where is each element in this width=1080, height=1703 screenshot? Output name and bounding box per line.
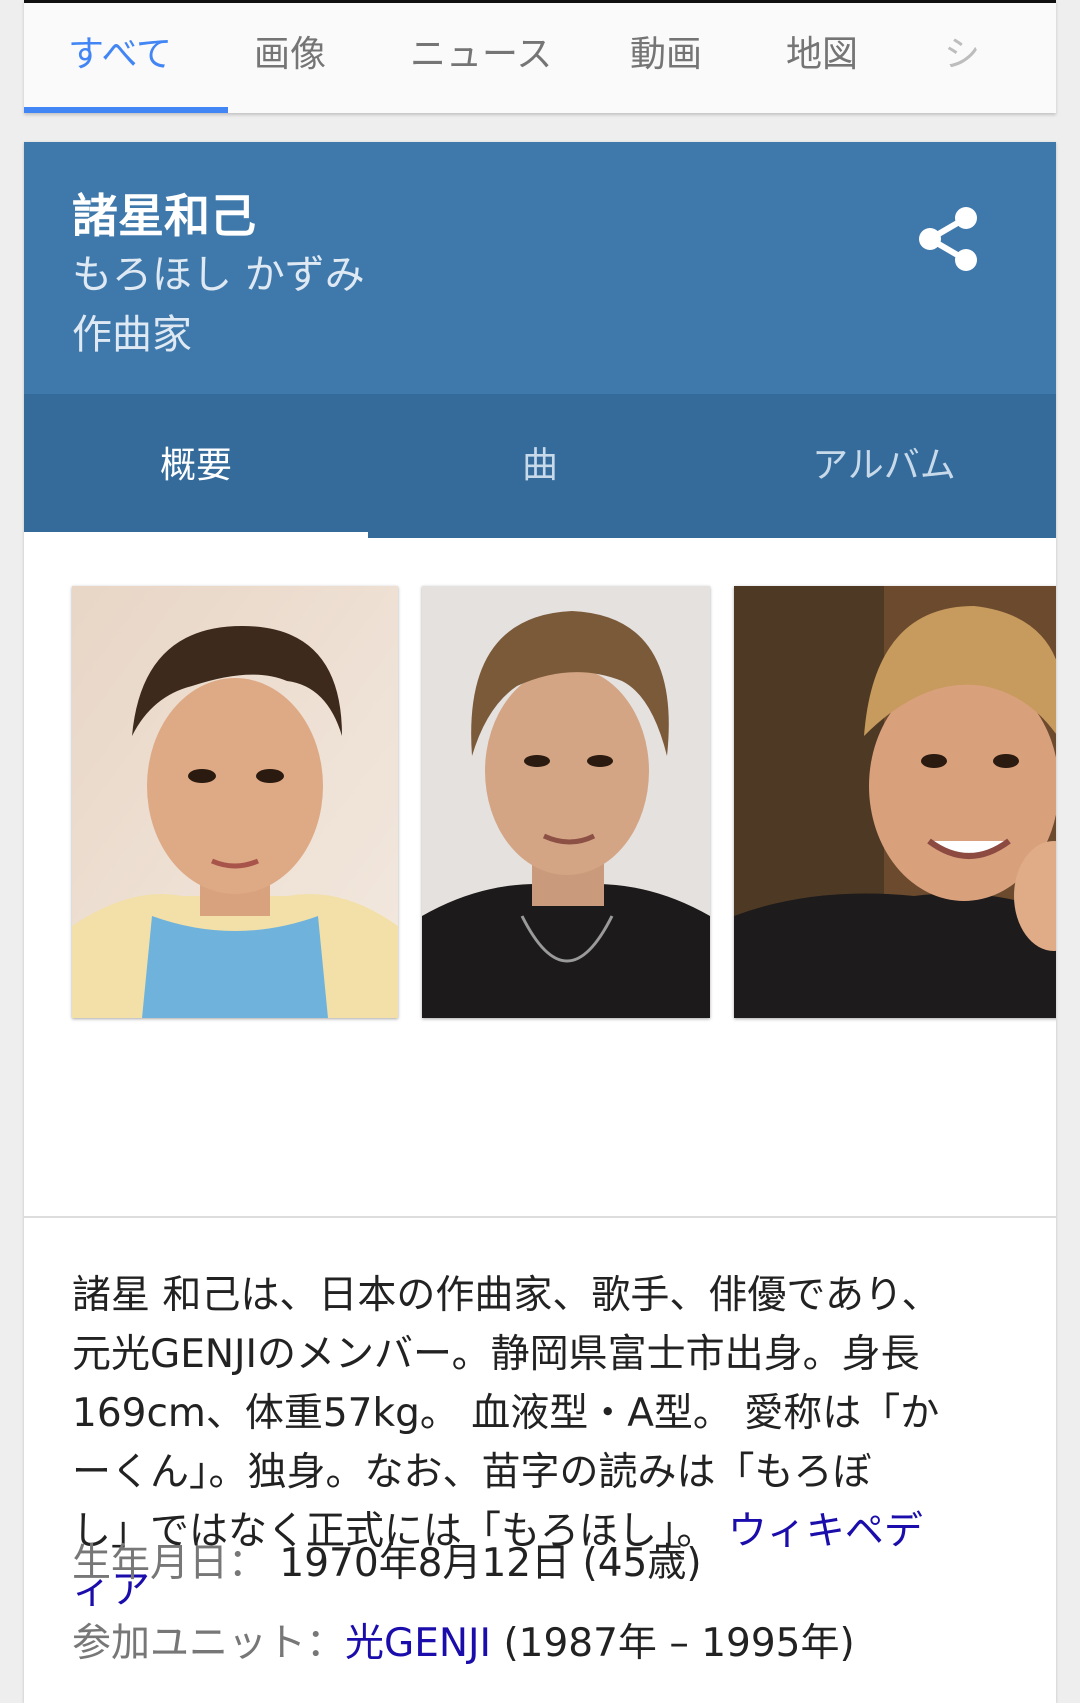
knowledge-panel: 諸星和己 もろほし かずみ 作曲家 概要 曲 アルバム 諸星 和己は、日本の作曲… [24, 142, 1056, 1703]
fact-birth-label: 生年月日： [72, 1541, 268, 1586]
fact-birth-value: 1970年8月12日 (45歳) [279, 1541, 702, 1586]
description-line: 諸星 和己は、日本の作曲家、歌手、俳優であり、 [72, 1273, 941, 1318]
photo-2[interactable] [422, 586, 710, 1018]
description-line: 元光GENJIのメンバー。静岡県富士市出身。身長 [72, 1332, 920, 1377]
wikipedia-link[interactable]: ウィキペデ [728, 1509, 923, 1554]
search-tabs-bar: すべて 画像 ニュース 動画 地図 シ [24, 0, 1056, 113]
fact-unit-label: 参加ユニット： [72, 1621, 346, 1666]
fact-unit-period: (1987年 – 1995年) [491, 1621, 855, 1666]
tab-albums[interactable]: アルバム [712, 394, 1056, 538]
unit-link[interactable]: 光GENJI [345, 1621, 491, 1666]
description-line: ーくん」。独身。なお、苗字の読みは「もろぼ [72, 1450, 872, 1495]
tab-all[interactable]: すべて [68, 25, 172, 77]
tab-news[interactable]: ニュース [410, 25, 552, 77]
fact-birth: 生年月日： 1970年8月12日 (45歳) [72, 1532, 702, 1588]
photo-1[interactable] [72, 586, 398, 1018]
entity-name: 諸星和己 [72, 189, 256, 243]
tab-images[interactable]: 画像 [254, 25, 326, 77]
panel-tabs: 概要 曲 アルバム [24, 394, 1056, 538]
tab-maps[interactable]: 地図 [786, 25, 858, 77]
image-carousel[interactable] [24, 538, 1056, 1218]
tab-songs[interactable]: 曲 [368, 394, 712, 538]
entity-role: 作曲家 [72, 312, 192, 358]
fact-unit: 参加ユニット：光GENJI (1987年 – 1995年) [72, 1612, 855, 1668]
tab-overview[interactable]: 概要 [24, 394, 368, 538]
tab-shopping-truncated[interactable]: シ [944, 25, 980, 77]
active-tab-indicator [24, 107, 228, 113]
description-line: 169cm、体重57kg。 血液型・A型。 愛称は「か [72, 1391, 940, 1436]
tab-videos[interactable]: 動画 [630, 25, 702, 77]
photo-3[interactable] [734, 586, 1056, 1018]
entity-reading: もろほし かずみ [72, 252, 365, 298]
share-icon[interactable] [916, 206, 980, 272]
panel-header: 諸星和己 もろほし かずみ 作曲家 [24, 142, 1056, 394]
